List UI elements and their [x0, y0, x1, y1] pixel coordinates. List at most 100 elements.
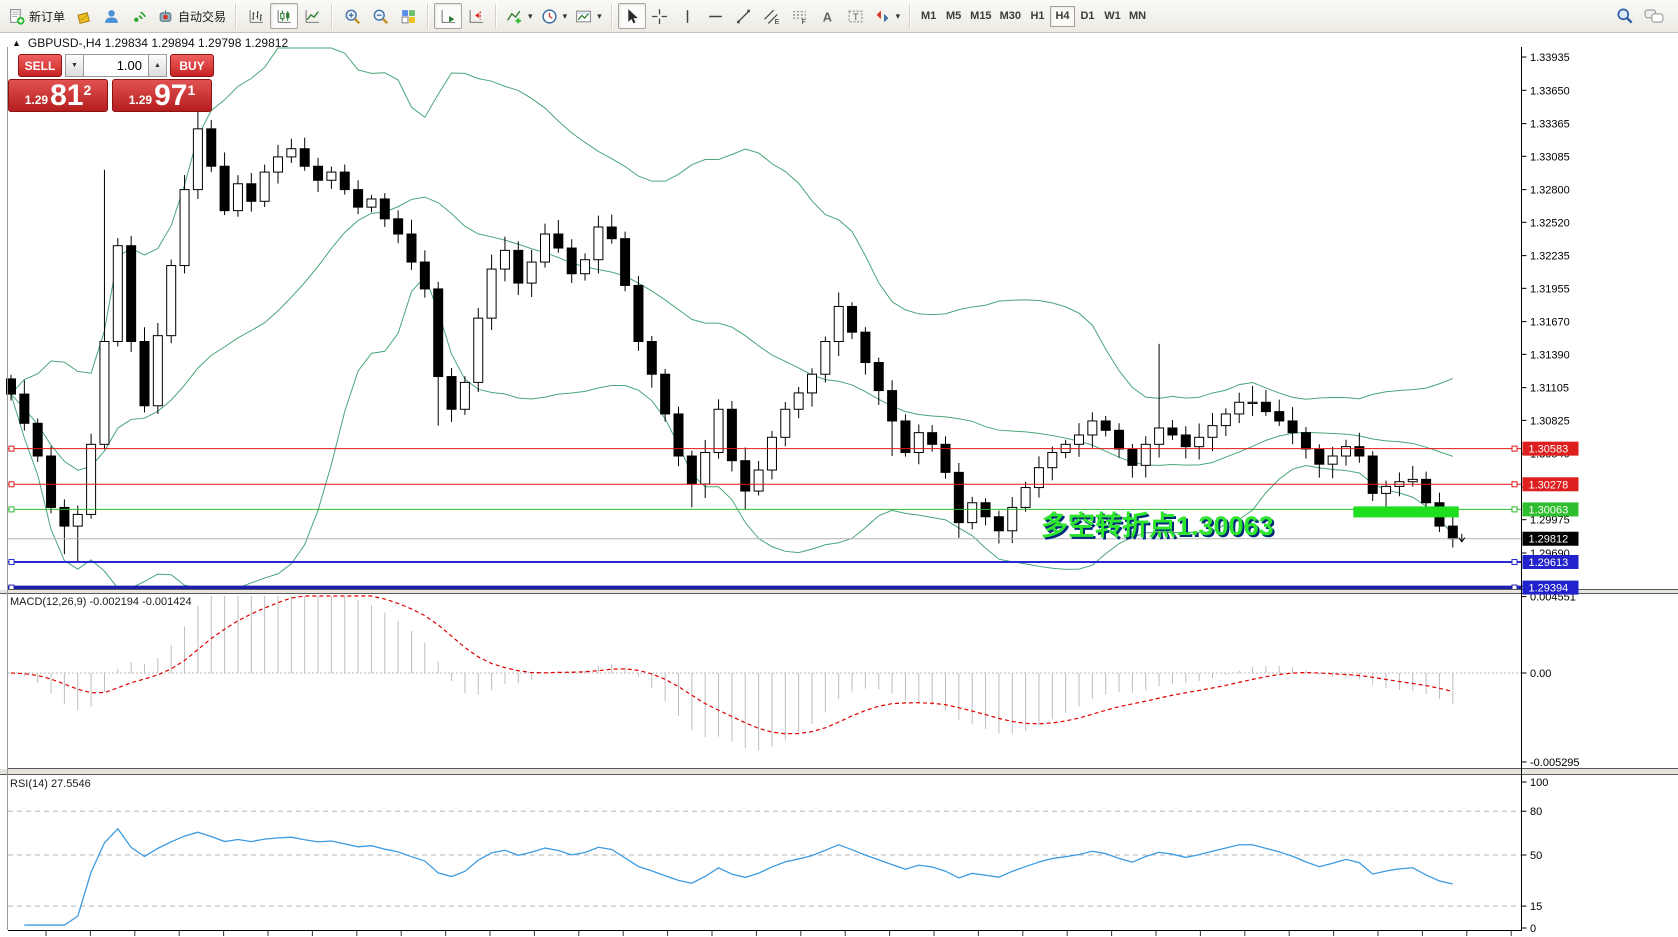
candle-body [1181, 435, 1190, 447]
equidistant-channel-tool-button[interactable]: E [758, 3, 786, 29]
arrows-tool-button[interactable]: ▾ [870, 3, 905, 29]
fibonacci-tool-button[interactable]: F [786, 3, 814, 29]
chart-canvas[interactable]: 1.339351.336501.333651.330851.328001.325… [0, 0, 1678, 937]
timeframe-w1[interactable]: W1 [1100, 6, 1125, 27]
community-button[interactable] [97, 3, 125, 29]
timeframe-m1[interactable]: M1 [916, 6, 941, 27]
candle-body [1101, 421, 1110, 430]
vertical-line-tool-button[interactable] [674, 3, 702, 29]
zoom-out-button[interactable] [366, 3, 394, 29]
candle-body [701, 453, 710, 485]
sell-button[interactable]: SELL [18, 54, 62, 77]
candle-body [1301, 433, 1310, 449]
cursor-tool-button[interactable] [618, 3, 646, 29]
tile-windows-icon [400, 8, 417, 25]
one-click-trading-panel: SELL ▼ 1.00 ▲ BUY 1.29 81 2 1.29 97 1 [8, 54, 214, 112]
candle-body [314, 166, 323, 180]
candle-body [621, 239, 630, 286]
vertical-line-icon [679, 8, 696, 25]
templates-button[interactable]: ▾ [571, 3, 606, 29]
candle-body [741, 461, 750, 491]
timeframe-mn[interactable]: MN [1125, 6, 1150, 27]
tile-windows-button[interactable] [394, 3, 422, 29]
candle-body [1342, 447, 1351, 456]
buy-price-big: 97 [154, 82, 187, 110]
axis-label: 1.31390 [1530, 349, 1570, 361]
line-handle[interactable] [9, 507, 14, 512]
timeframe-m5[interactable]: M5 [941, 6, 966, 27]
buy-button[interactable]: BUY [170, 54, 214, 77]
svg-text:1.30278: 1.30278 [1529, 479, 1569, 491]
candle-body [1355, 447, 1364, 456]
horizontal-line-tool-button[interactable] [702, 3, 730, 29]
autotrading-button[interactable]: 自动交易 [153, 3, 230, 29]
highlight-bar[interactable] [1353, 506, 1458, 517]
line-handle[interactable] [1512, 507, 1517, 512]
sell-price-tile[interactable]: 1.29 81 2 [8, 79, 108, 112]
line-chart-mode-button[interactable] [298, 3, 326, 29]
price-badge-1.29613: 1.29613 [1523, 555, 1579, 569]
candle-body [73, 514, 82, 526]
line-handle[interactable] [1512, 559, 1517, 564]
volume-input[interactable]: 1.00 [84, 54, 148, 77]
timeframe-m30[interactable]: M30 [996, 6, 1025, 27]
volume-decrease-button[interactable]: ▼ [65, 54, 84, 77]
text-tool-button[interactable]: A [814, 3, 842, 29]
clock-icon [541, 8, 558, 25]
chat-icon[interactable] [1644, 7, 1664, 25]
timeframe-h4[interactable]: H4 [1050, 6, 1075, 27]
mt4-terminal: { "toolbar": { "new_order_label": "新订单",… [0, 0, 1678, 937]
line-handle[interactable] [9, 559, 14, 564]
candle-body [954, 472, 963, 522]
toolbar-separator [427, 4, 429, 29]
candlestick-mode-button[interactable] [270, 3, 298, 29]
text-label-tool-button[interactable]: T [842, 3, 870, 29]
channel-icon: E [763, 8, 780, 25]
candle-body [180, 190, 189, 266]
volume-increase-button[interactable]: ▲ [148, 54, 167, 77]
timeframe-h1[interactable]: H1 [1025, 6, 1050, 27]
price-badge-1.29812: 1.29812 [1523, 532, 1579, 546]
candle-body [647, 342, 656, 375]
axis-label: 1.32800 [1530, 185, 1570, 197]
line-handle[interactable] [1512, 446, 1517, 451]
dropdown-arrow-icon: ▾ [563, 11, 568, 22]
axis-label: 1.33935 [1530, 52, 1570, 64]
indicators-button[interactable]: ▾ [502, 3, 537, 29]
candle-body [1422, 479, 1431, 502]
candle-body [127, 246, 136, 342]
timeframe-d1[interactable]: D1 [1075, 6, 1100, 27]
candle-body [1368, 456, 1377, 493]
new-order-button[interactable]: 新订单 [4, 3, 69, 29]
line-handle[interactable] [9, 482, 14, 487]
line-handle[interactable] [9, 446, 14, 451]
candle-body [287, 149, 296, 157]
auto-scroll-button[interactable] [434, 3, 462, 29]
periods-button[interactable]: ▾ [537, 3, 572, 29]
axis-label: 0 [1530, 923, 1536, 935]
line-handle[interactable] [1512, 482, 1517, 487]
market-watch-button[interactable] [69, 3, 97, 29]
chart-text-annotation[interactable]: 多空转折点1.30063 [1041, 504, 1274, 543]
crosshair-tool-button[interactable] [646, 3, 674, 29]
buy-price-tile[interactable]: 1.29 97 1 [112, 79, 212, 112]
trade-panel-toggle-icon[interactable]: ▲ [12, 38, 21, 48]
candle-body [47, 456, 56, 507]
candle-body [1248, 402, 1257, 403]
candle-body [928, 433, 937, 445]
candle-body [514, 250, 523, 283]
trendline-tool-button[interactable] [730, 3, 758, 29]
bar-chart-mode-button[interactable] [242, 3, 270, 29]
signals-button[interactable] [125, 3, 153, 29]
search-icon[interactable] [1616, 7, 1634, 25]
timeframe-m15[interactable]: M15 [966, 6, 995, 27]
candle-body [474, 318, 483, 382]
candle-body [193, 129, 202, 190]
svg-text:E: E [775, 18, 780, 24]
chart-shift-button[interactable] [462, 3, 490, 29]
candle-body [661, 374, 670, 414]
candle-body [607, 227, 616, 239]
zoom-in-button[interactable] [338, 3, 366, 29]
pane-separator-2[interactable] [0, 769, 1678, 774]
candle-body [727, 409, 736, 460]
